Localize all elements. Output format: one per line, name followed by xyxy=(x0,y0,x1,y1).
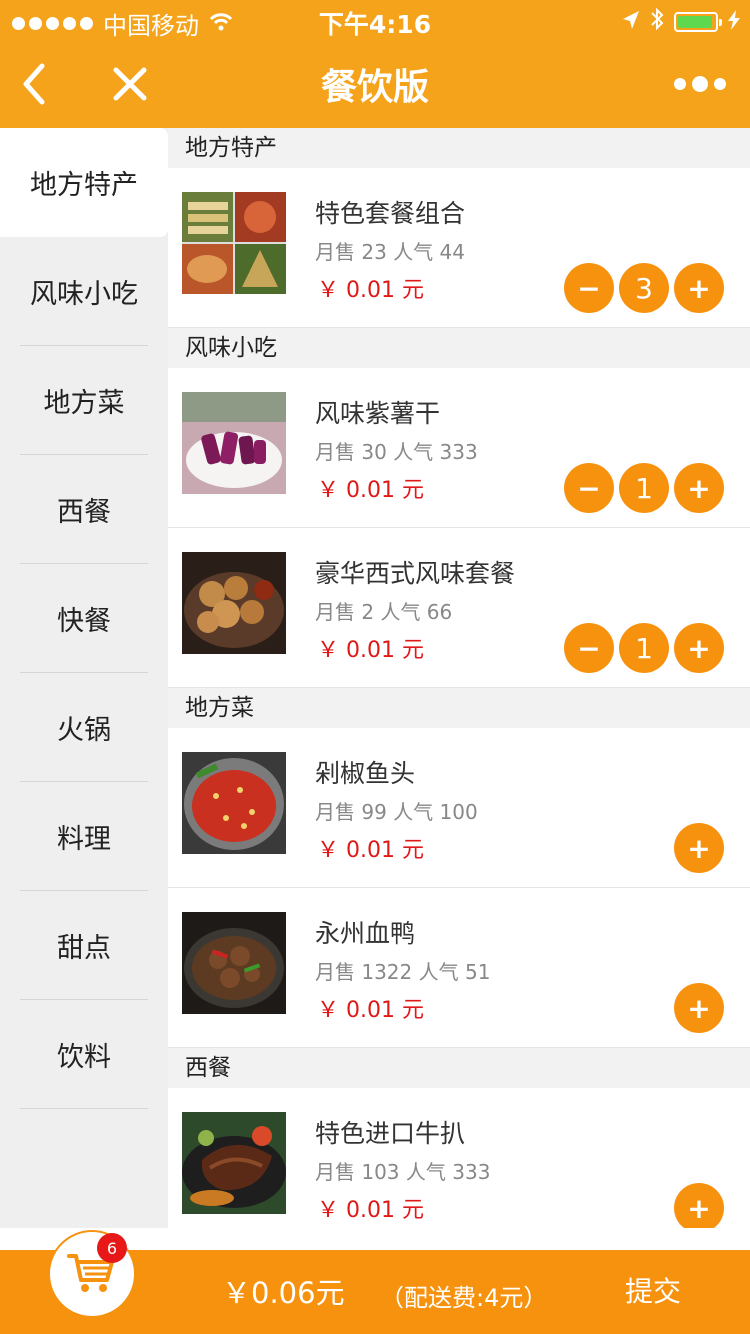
increase-button[interactable]: + xyxy=(674,983,724,1033)
increase-button[interactable]: + xyxy=(674,263,724,313)
more-icon[interactable] xyxy=(674,76,726,92)
increase-button[interactable]: + xyxy=(674,1183,724,1228)
dish-stats: 月售 99 人气 100 xyxy=(315,800,478,824)
quantity-value: 1 xyxy=(619,463,669,513)
cart-total: ￥0.06元 xyxy=(222,1276,345,1310)
quantity-value: 3 xyxy=(619,263,669,313)
dish-item[interactable]: 特色进口牛扒月售 103 人气 333 ￥ 0.01 元 + xyxy=(168,1088,750,1228)
decrease-button[interactable]: − xyxy=(564,623,614,673)
quantity-stepper: + xyxy=(674,1183,724,1228)
increase-button[interactable]: + xyxy=(674,823,724,873)
dish-photo[interactable] xyxy=(182,752,286,854)
quantity-stepper: + xyxy=(674,823,724,873)
battery-icon xyxy=(674,12,722,32)
sidebar-item[interactable]: 地方菜 xyxy=(0,346,168,455)
dish-name: 特色进口牛扒 xyxy=(315,1119,466,1148)
sidebar-item[interactable]: 西餐 xyxy=(0,455,168,564)
dish-item[interactable]: 剁椒鱼头月售 99 人气 100 ￥ 0.01 元 + xyxy=(168,728,750,888)
status-right xyxy=(622,7,740,37)
nav-bar: 餐饮版 xyxy=(0,40,750,128)
quantity-value: 1 xyxy=(619,623,669,673)
dish-item[interactable]: 永州血鸭月售 1322 人气 51 ￥ 0.01 元 + xyxy=(168,888,750,1048)
delivery-fee: （配送费:4元） xyxy=(380,1284,548,1312)
dish-item[interactable]: 豪华西式风味套餐月售 2 人气 66 ￥ 0.01 元 −1 + xyxy=(168,528,750,688)
dish-item[interactable]: 特色套餐组合月售 23 人气 44 ￥ 0.01 元 −3 + xyxy=(168,168,750,328)
battery-level xyxy=(678,16,713,28)
dish-photo[interactable] xyxy=(182,1112,286,1214)
section-header: 西餐 xyxy=(168,1048,750,1088)
dish-photo[interactable] xyxy=(182,912,286,1014)
location-icon xyxy=(622,8,640,36)
quantity-stepper: −1 + xyxy=(564,623,724,673)
dish-name: 风味紫薯干 xyxy=(315,399,441,428)
dish-name: 特色套餐组合 xyxy=(315,199,466,228)
dish-photo[interactable] xyxy=(182,552,286,654)
sidebar-item[interactable]: 甜点 xyxy=(0,891,168,1000)
dish-stats: 月售 1322 人气 51 xyxy=(315,960,491,984)
page-title: 餐饮版 xyxy=(320,67,429,108)
dish-photo[interactable] xyxy=(182,392,286,494)
section-header: 风味小吃 xyxy=(168,328,750,368)
dish-price: ￥ 0.01 元 xyxy=(317,1198,424,1223)
dish-name: 豪华西式风味套餐 xyxy=(315,559,516,588)
sidebar-item[interactable]: 地方特产 xyxy=(0,128,168,237)
decrease-button[interactable]: − xyxy=(564,263,614,313)
increase-button[interactable]: + xyxy=(674,623,724,673)
section-header: 地方特产 xyxy=(168,128,750,168)
section-header: 地方菜 xyxy=(168,688,750,728)
dish-price: ￥ 0.01 元 xyxy=(317,278,424,303)
quantity-stepper: + xyxy=(674,983,724,1033)
sidebar-item[interactable]: 料理 xyxy=(0,782,168,891)
quantity-stepper: −3 + xyxy=(564,263,724,313)
sidebar-item[interactable]: 快餐 xyxy=(0,564,168,673)
dish-stats: 月售 103 人气 333 xyxy=(315,1160,491,1184)
dish-item[interactable]: 风味紫薯干月售 30 人气 333 ￥ 0.01 元 −1 + xyxy=(168,368,750,528)
dish-name: 剁椒鱼头 xyxy=(315,759,416,788)
bluetooth-icon xyxy=(650,7,664,37)
dish-price: ￥ 0.01 元 xyxy=(317,478,424,503)
sidebar-item[interactable]: 饮料 xyxy=(0,1000,168,1109)
dish-price: ￥ 0.01 元 xyxy=(317,998,424,1023)
dish-price: ￥ 0.01 元 xyxy=(317,838,424,863)
sidebar-item[interactable]: 火锅 xyxy=(0,673,168,782)
charging-icon xyxy=(728,8,740,36)
cart-badge: 6 xyxy=(97,1233,127,1263)
dish-price: ￥ 0.01 元 xyxy=(317,638,424,663)
dish-list[interactable]: 地方特产 特色套餐组合 月售 23 人气 44 ￥ 0.01 元 −3 + 风味小吃 风味紫薯… xyxy=(168,128,750,1228)
dish-name: 永州血鸭 xyxy=(315,919,416,948)
quantity-stepper: −1 + xyxy=(564,463,724,513)
dish-stats: 月售 2 人气 66 xyxy=(315,600,453,624)
category-sidebar: 地方特产 风味小吃 地方菜 西餐 快餐 火锅 料理 甜点 饮料 xyxy=(0,128,168,1228)
dish-photo[interactable] xyxy=(182,192,286,294)
sidebar-item[interactable]: 风味小吃 xyxy=(0,237,168,346)
increase-button[interactable]: + xyxy=(674,463,724,513)
dish-stats: 月售 23 人气 44 xyxy=(315,240,465,264)
decrease-button[interactable]: − xyxy=(564,463,614,513)
dish-stats: 月售 30 人气 333 xyxy=(315,440,478,464)
status-bar: 中国移动 下午4:16 xyxy=(0,0,750,40)
submit-button[interactable]: 提交 xyxy=(625,1270,681,1310)
